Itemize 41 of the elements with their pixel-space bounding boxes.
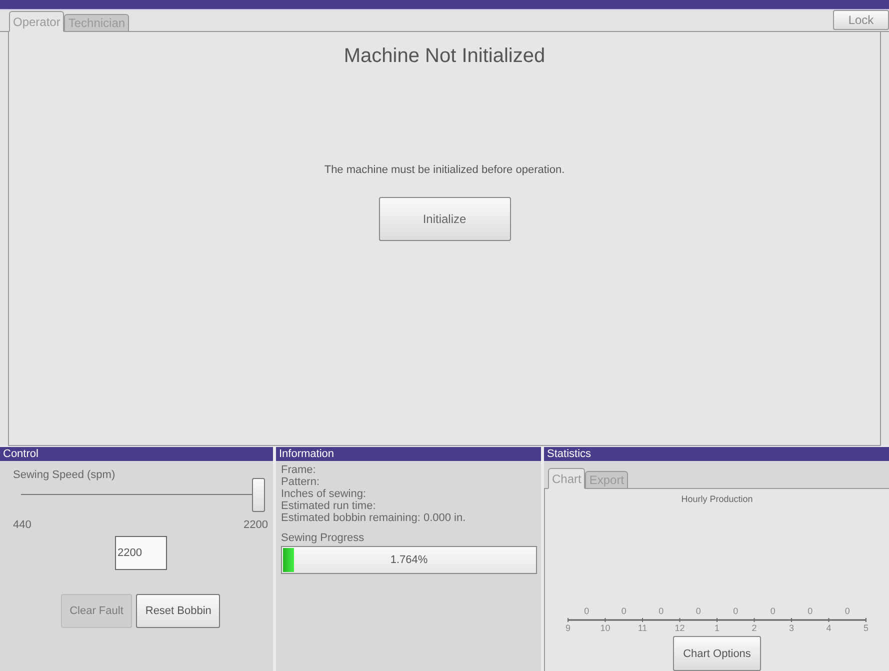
- status-message: The machine must be initialized before operation.: [324, 164, 565, 176]
- count-label: 0: [808, 606, 813, 616]
- info-line: Pattern:: [281, 476, 321, 488]
- info-line: Inches of sewing:: [281, 488, 367, 500]
- hour-label: 1: [714, 623, 720, 633]
- speed-field[interactable]: 2200: [114, 536, 166, 570]
- slider-thumb[interactable]: [252, 478, 265, 512]
- hour-label: 12: [674, 623, 685, 633]
- hour-label: 5: [864, 623, 868, 633]
- count-label: 0: [844, 606, 850, 616]
- progress-label: Sewing Progress: [281, 532, 366, 544]
- count-label: 0: [733, 606, 738, 616]
- lock-button[interactable]: Lock: [833, 10, 889, 30]
- count-label: 0: [658, 606, 664, 616]
- panel-header: Statistics: [544, 447, 889, 461]
- count-label: 0: [621, 606, 626, 616]
- hour-label: 2: [752, 623, 757, 633]
- min-label: 440: [13, 519, 32, 531]
- tab[interactable]: Chart: [548, 468, 586, 489]
- max-label: 2200: [244, 519, 268, 531]
- hour-label: 3: [789, 623, 794, 633]
- info-line: Estimated bobbin remaining: 0.000 in.: [281, 512, 467, 524]
- info-line: Estimated run time:: [281, 500, 377, 512]
- hour-label: 11: [638, 623, 648, 633]
- reset-bobbin-button[interactable]: Reset Bobbin: [136, 594, 220, 628]
- initialize-button[interactable]: Initialize: [378, 197, 510, 241]
- speed-label: Sewing Speed (spm): [13, 469, 116, 481]
- panel-header: Information: [276, 447, 541, 461]
- count-label: 0: [584, 606, 590, 616]
- info-line: Frame:: [281, 464, 317, 476]
- hour-label: 4: [826, 623, 832, 633]
- hour-label: 9: [566, 623, 570, 633]
- status-title: Machine Not Initialized: [344, 45, 546, 68]
- chart-title: Hourly Production: [681, 494, 753, 504]
- count-label: 0: [770, 606, 776, 616]
- hour-label: 10: [600, 623, 610, 633]
- progress-reading: 1.764%: [390, 554, 428, 566]
- tab[interactable]: Operator: [9, 11, 64, 32]
- count-label: 0: [696, 606, 701, 616]
- chart-options-button[interactable]: Chart Options: [673, 636, 761, 671]
- panel-header: Control: [0, 447, 273, 461]
